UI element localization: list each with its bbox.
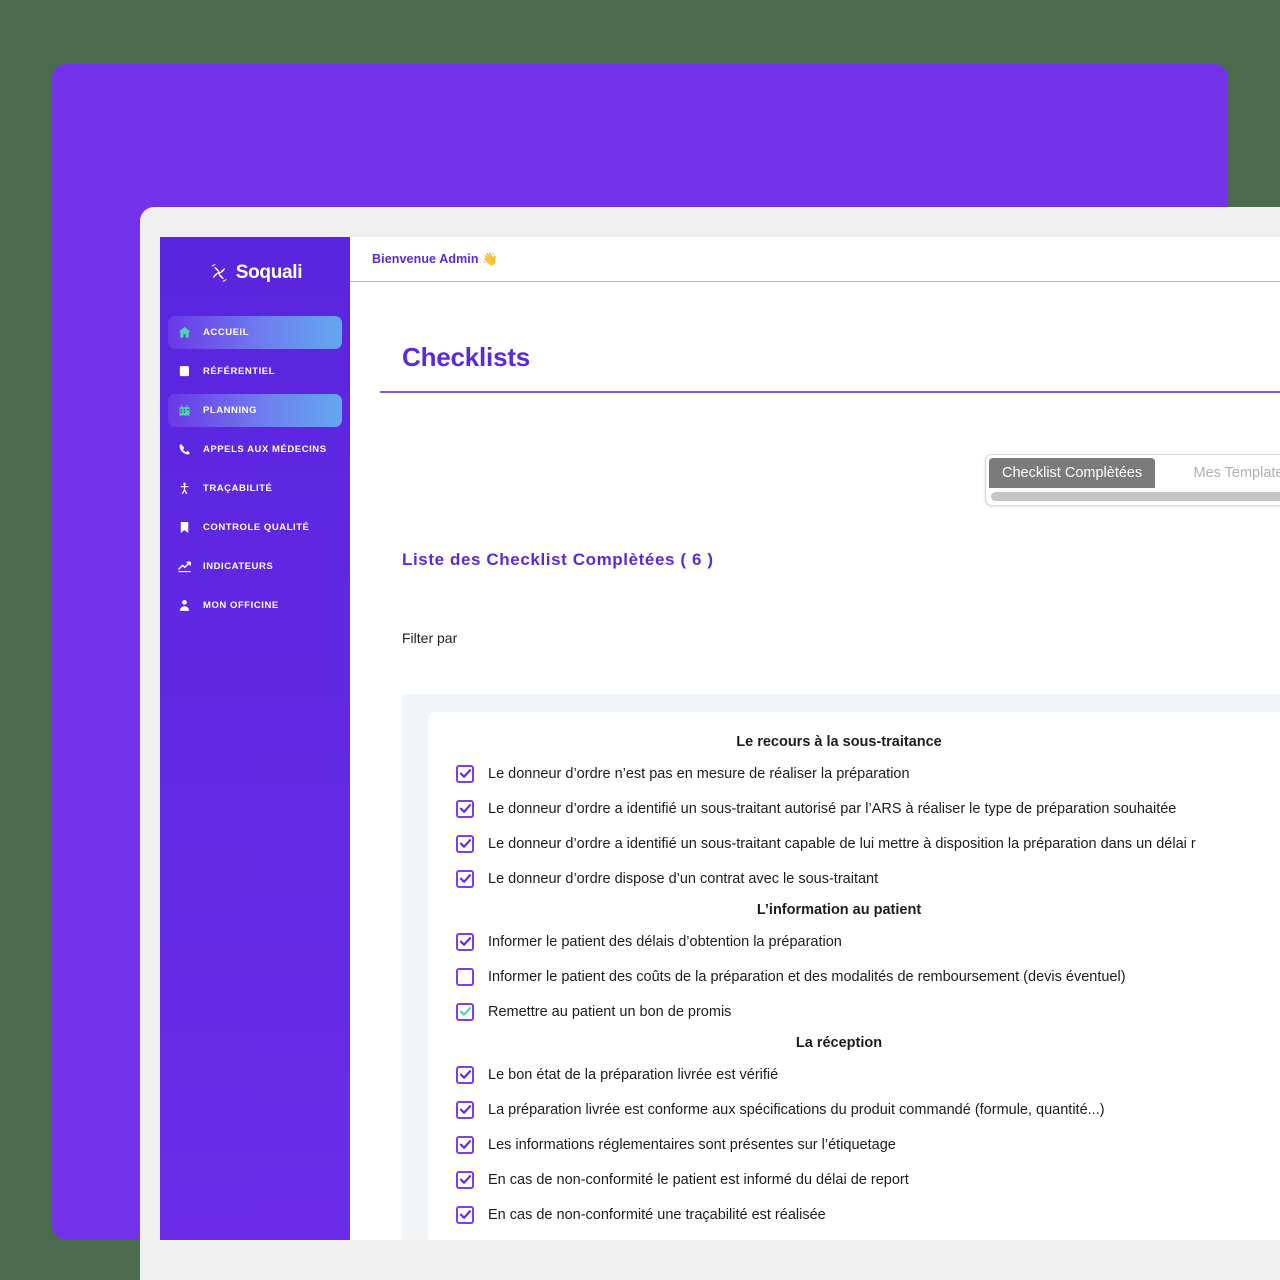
sidebar-item-accueil[interactable]: ACCUEIL [168,316,342,349]
checkbox-icon[interactable] [456,1170,474,1189]
phone-icon [177,442,192,457]
user-icon [177,598,192,613]
sidebar-item-label: PLANNING [203,405,258,416]
sidebar-item-controle-qualite[interactable]: CONTROLE QUALITÉ [168,511,342,544]
welcome-message: Bienvenue Admin 👋 [372,251,498,266]
checklist-row[interactable]: Informer le patient des coûts de la prép… [428,959,1280,994]
tabs-container: Checklist Complètées Mes Templates [985,454,1280,506]
checklist-item-label: Les informations réglementaires sont pré… [488,1136,896,1153]
checklist-row[interactable]: La préparation livrée est conforme aux s… [428,1092,1280,1127]
sidebar-item-label: APPELS AUX MÉDECINS [203,444,327,455]
checklist-row[interactable]: Remettre au patient un bon de promis [428,994,1280,1029]
checkbox-icon[interactable] [456,967,474,986]
main-content: Bienvenue Admin 👋 Checklists Checklist C… [350,237,1280,1240]
checkbox-icon[interactable] [456,932,474,951]
sidebar-item-appels-aux-medecins[interactable]: APPELS AUX MÉDECINS [168,433,342,466]
sidebar-item-planning[interactable]: PLANNING [168,394,342,427]
checklist-item-label: Le donneur d’ordre n’est pas en mesure d… [488,765,910,782]
checklist-section-title: L’information au patient [756,902,922,918]
tab-checklist-completees[interactable]: Checklist Complètées [989,458,1156,488]
checklist-row[interactable]: Le donneur d’ordre dispose d’un contrat … [428,861,1280,896]
checklist-item-label: Le donneur d’ordre dispose d’un contrat … [488,870,879,887]
checkbox-icon[interactable] [456,1002,474,1021]
checklist-section-title: Le recours à la sous-traitance [736,734,942,750]
checkbox-icon[interactable] [456,834,474,853]
title-divider [380,391,1280,393]
checklist-item-label: La préparation livrée est conforme aux s… [488,1101,1105,1118]
checklist-row[interactable]: Informer le patient des délais d’obtenti… [428,924,1280,959]
bookmark-icon [177,520,192,535]
sidebar-item-label: CONTROLE QUALITÉ [203,522,310,533]
sidebar-item-mon-officine[interactable]: MON OFFICINE [168,589,342,622]
checklist-row[interactable]: En cas de non-conformité une traçabilité… [428,1197,1280,1232]
checklist-row[interactable]: Le donneur d’ordre a identifié un sous-t… [428,791,1280,826]
calendar-icon [177,403,192,418]
tabs-horizontal-scrollbar[interactable] [991,492,1280,501]
topbar: Bienvenue Admin 👋 [350,237,1280,282]
browser-window: Soquali ACCUEIL RÉFÉRENTIEL PLANNING APP… [140,207,1280,1280]
checkbox-icon[interactable] [456,1100,474,1119]
microscope-icon [177,481,192,496]
chart-line-icon [177,559,192,574]
scrollbar-thumb[interactable] [991,492,1280,501]
checklist-item-label: En cas de non-conformité le patient est … [488,1171,909,1188]
sidebar-nav: ACCUEIL RÉFÉRENTIEL PLANNING APPELS AUX … [160,313,350,625]
brand-name: Soquali [235,262,303,283]
checklist-item-label: Le donneur d’ordre a identifié un sous-t… [488,835,1196,852]
book-icon [177,364,192,379]
checklist-row[interactable]: Les informations réglementaires sont pré… [428,1127,1280,1162]
checkbox-icon[interactable] [456,869,474,888]
checklist-row[interactable]: Le donneur d’ordre a identifié un sous-t… [428,826,1280,861]
filter-label: Filter par [402,630,458,646]
tabs-row: Checklist Complètées Mes Templates [989,458,1280,488]
checklist-item-label: En cas de non-conformité une traçabilité… [488,1206,826,1223]
tab-mes-templates[interactable]: Mes Templates [1155,458,1280,488]
checklist-item-label: Le bon état de la préparation livrée est… [488,1066,779,1083]
sidebar-item-label: RÉFÉRENTIEL [203,366,276,377]
sidebar-item-tracabilite[interactable]: TRAÇABILITÉ [168,472,342,505]
checkbox-icon[interactable] [456,1065,474,1084]
sidebar-item-referentiel[interactable]: RÉFÉRENTIEL [168,355,342,388]
checklist-panel: Le recours à la sous-traitance Le donneur… [402,694,1280,1240]
checklist-item-label: Informer le patient des délais d’obtenti… [488,933,842,950]
pinwheel-logo-icon [208,262,230,284]
sidebar-item-label: MON OFFICINE [203,600,279,611]
sidebar-item-label: INDICATEURS [203,561,274,572]
checkbox-icon[interactable] [456,1135,474,1154]
sidebar-item-indicateurs[interactable]: INDICATEURS [168,550,342,583]
page-title: Checklists [402,342,531,372]
brand-logo[interactable]: Soquali [160,251,350,295]
checklist-item-label: Le donneur d’ordre a identifié un sous-t… [488,800,1177,817]
checkbox-icon[interactable] [456,799,474,818]
checklist-card: Le recours à la sous-traitance Le donneur… [428,712,1280,1240]
checklist-row[interactable]: Le donneur d’ordre n’est pas en mesure d… [428,756,1280,791]
checklist-item-label: Informer le patient des coûts de la prép… [488,968,1126,985]
checkbox-icon[interactable] [456,1205,474,1224]
checklist-item-label: Remettre au patient un bon de promis [488,1003,732,1020]
checklist-section-title: La réception [795,1035,883,1051]
checklist-row[interactable]: Libération de la préparation par un phar… [428,1232,1280,1240]
list-heading: Liste des Checklist Complètées ( 6 ) [402,550,714,569]
page-body: Checklists Checklist Complètées Mes Temp… [350,282,1280,1240]
checklist-row[interactable]: Le bon état de la préparation livrée est… [428,1057,1280,1092]
checkbox-icon[interactable] [456,764,474,783]
home-icon [177,325,192,340]
sidebar-item-label: ACCUEIL [203,327,250,338]
checklist-row[interactable]: En cas de non-conformité le patient est … [428,1162,1280,1197]
app-viewport: Soquali ACCUEIL RÉFÉRENTIEL PLANNING APP… [160,237,1280,1240]
sidebar: Soquali ACCUEIL RÉFÉRENTIEL PLANNING APP… [160,237,350,1240]
sidebar-item-label: TRAÇABILITÉ [203,483,273,494]
